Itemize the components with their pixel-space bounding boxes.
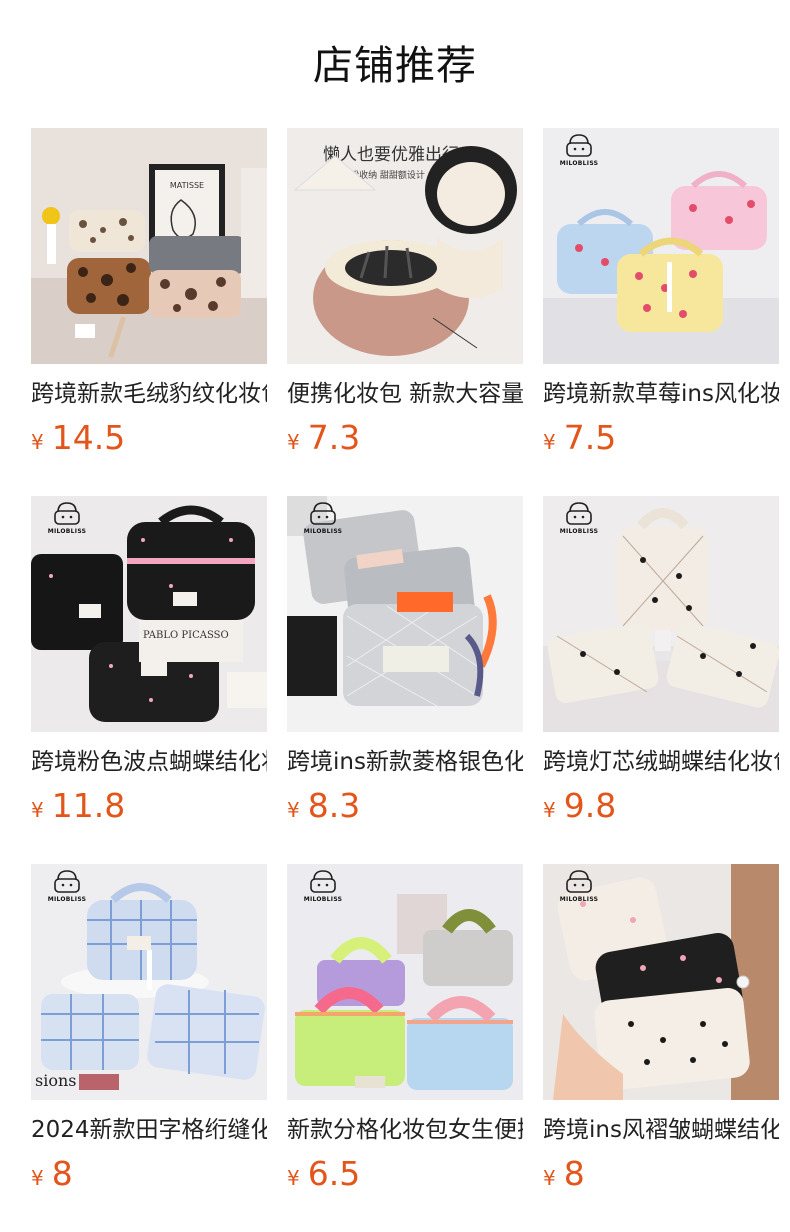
product-image[interactable]: MILOBLISS	[543, 864, 779, 1100]
product-image[interactable]: MATISSE	[31, 128, 267, 364]
product-card[interactable]: MILOBLISS 跨境ins风褶皱蝴蝶结化妆包 ¥8	[543, 864, 779, 1193]
product-card[interactable]: MILOBLISS 跨境ins新款菱格银色化妆包 ¥8.3	[287, 496, 523, 825]
product-name[interactable]: 跨境粉色波点蝴蝶结化妆包	[31, 746, 267, 778]
bag-logo-icon	[54, 870, 80, 893]
poster-text: sions	[35, 1071, 76, 1090]
product-card[interactable]: MILOBLISS 跨境灯芯绒蝴蝶结化妆包 ¥9.8	[543, 496, 779, 825]
brand-logo: MILOBLISS	[41, 870, 93, 903]
product-price: ¥8	[31, 1154, 73, 1194]
price-value: 8.3	[307, 786, 361, 825]
product-name[interactable]: 2024新款田字格绗缝化妆包	[31, 1114, 267, 1146]
poster-text: MATISSE	[170, 181, 204, 190]
product-card[interactable]: 懒人也要优雅出行 轻松收纳 甜甜额设计 便携化妆包 新款大容量 ¥7.3	[287, 128, 523, 457]
price-value: 8	[563, 1154, 585, 1193]
price-value: 7.5	[563, 418, 617, 457]
product-price: ¥8	[543, 1154, 585, 1194]
currency-symbol: ¥	[31, 430, 44, 454]
product-name[interactable]: 跨境ins风褶皱蝴蝶结化妆包	[543, 1114, 779, 1146]
brand-logo: MILOBLISS	[553, 134, 605, 167]
product-card[interactable]: MILOBLISS 新款分格化妆包女生便携 ¥6.5	[287, 864, 523, 1193]
product-image[interactable]: MILOBLISS	[287, 496, 523, 732]
brand-logo: MILOBLISS	[41, 502, 93, 535]
currency-symbol: ¥	[287, 430, 300, 454]
product-price: ¥14.5	[31, 418, 125, 458]
product-price: ¥7.3	[287, 418, 360, 458]
product-name[interactable]: 新款分格化妆包女生便携	[287, 1114, 523, 1146]
product-image[interactable]: MILOBLISS	[543, 128, 779, 364]
product-name[interactable]: 便携化妆包 新款大容量	[287, 378, 523, 410]
product-name[interactable]: 跨境新款毛绒豹纹化妆包	[31, 378, 267, 410]
product-name[interactable]: 跨境新款草莓ins风化妆包	[543, 378, 779, 410]
bag-logo-icon	[54, 502, 80, 525]
product-image[interactable]: PABLO PICASSO MILOBLISS	[31, 496, 267, 732]
product-name[interactable]: 跨境灯芯绒蝴蝶结化妆包	[543, 746, 779, 778]
brand-logo: MILOBLISS	[297, 870, 349, 903]
product-price: ¥7.5	[543, 418, 616, 458]
product-image[interactable]: sions MILOBLISS	[31, 864, 267, 1100]
currency-symbol: ¥	[287, 798, 300, 822]
currency-symbol: ¥	[287, 1166, 300, 1190]
currency-symbol: ¥	[31, 1166, 44, 1190]
currency-symbol: ¥	[543, 430, 556, 454]
price-value: 6.5	[307, 1154, 361, 1193]
bag-logo-icon	[566, 134, 592, 157]
section-title: 店铺推荐	[313, 43, 477, 89]
bag-logo-icon	[310, 502, 336, 525]
bag-logo-icon	[566, 870, 592, 893]
product-card[interactable]: PABLO PICASSO MILOBLISS 跨境粉色波点蝴蝶结化妆包 ¥11…	[31, 496, 267, 825]
price-value: 11.8	[51, 786, 126, 825]
product-price: ¥11.8	[31, 786, 125, 826]
price-value: 9.8	[563, 786, 617, 825]
currency-symbol: ¥	[543, 798, 556, 822]
product-price: ¥8.3	[287, 786, 360, 826]
product-name[interactable]: 跨境ins新款菱格银色化妆包	[287, 746, 523, 778]
bag-logo-icon	[310, 870, 336, 893]
currency-symbol: ¥	[31, 798, 44, 822]
product-price: ¥6.5	[287, 1154, 360, 1194]
price-value: 7.3	[307, 418, 361, 457]
product-image[interactable]: 懒人也要优雅出行 轻松收纳 甜甜额设计	[287, 128, 523, 364]
product-card[interactable]: MATISSE 跨境新款毛绒豹纹化妆包 ¥14.5	[31, 128, 267, 457]
brand-logo: MILOBLISS	[553, 870, 605, 903]
poster-text: PABLO PICASSO	[143, 630, 229, 641]
brand-logo: MILOBLISS	[553, 502, 605, 535]
product-card[interactable]: sions MILOBLISS 2024新款田字格绗缝化妆包 ¥8	[31, 864, 267, 1193]
price-value: 14.5	[51, 418, 126, 457]
currency-symbol: ¥	[543, 1166, 556, 1190]
bag-logo-icon	[566, 502, 592, 525]
product-price: ¥9.8	[543, 786, 616, 826]
product-card[interactable]: MILOBLISS 跨境新款草莓ins风化妆包 ¥7.5	[543, 128, 779, 457]
product-image[interactable]: MILOBLISS	[287, 864, 523, 1100]
brand-logo: MILOBLISS	[297, 502, 349, 535]
price-value: 8	[51, 1154, 73, 1193]
product-image[interactable]: MILOBLISS	[543, 496, 779, 732]
